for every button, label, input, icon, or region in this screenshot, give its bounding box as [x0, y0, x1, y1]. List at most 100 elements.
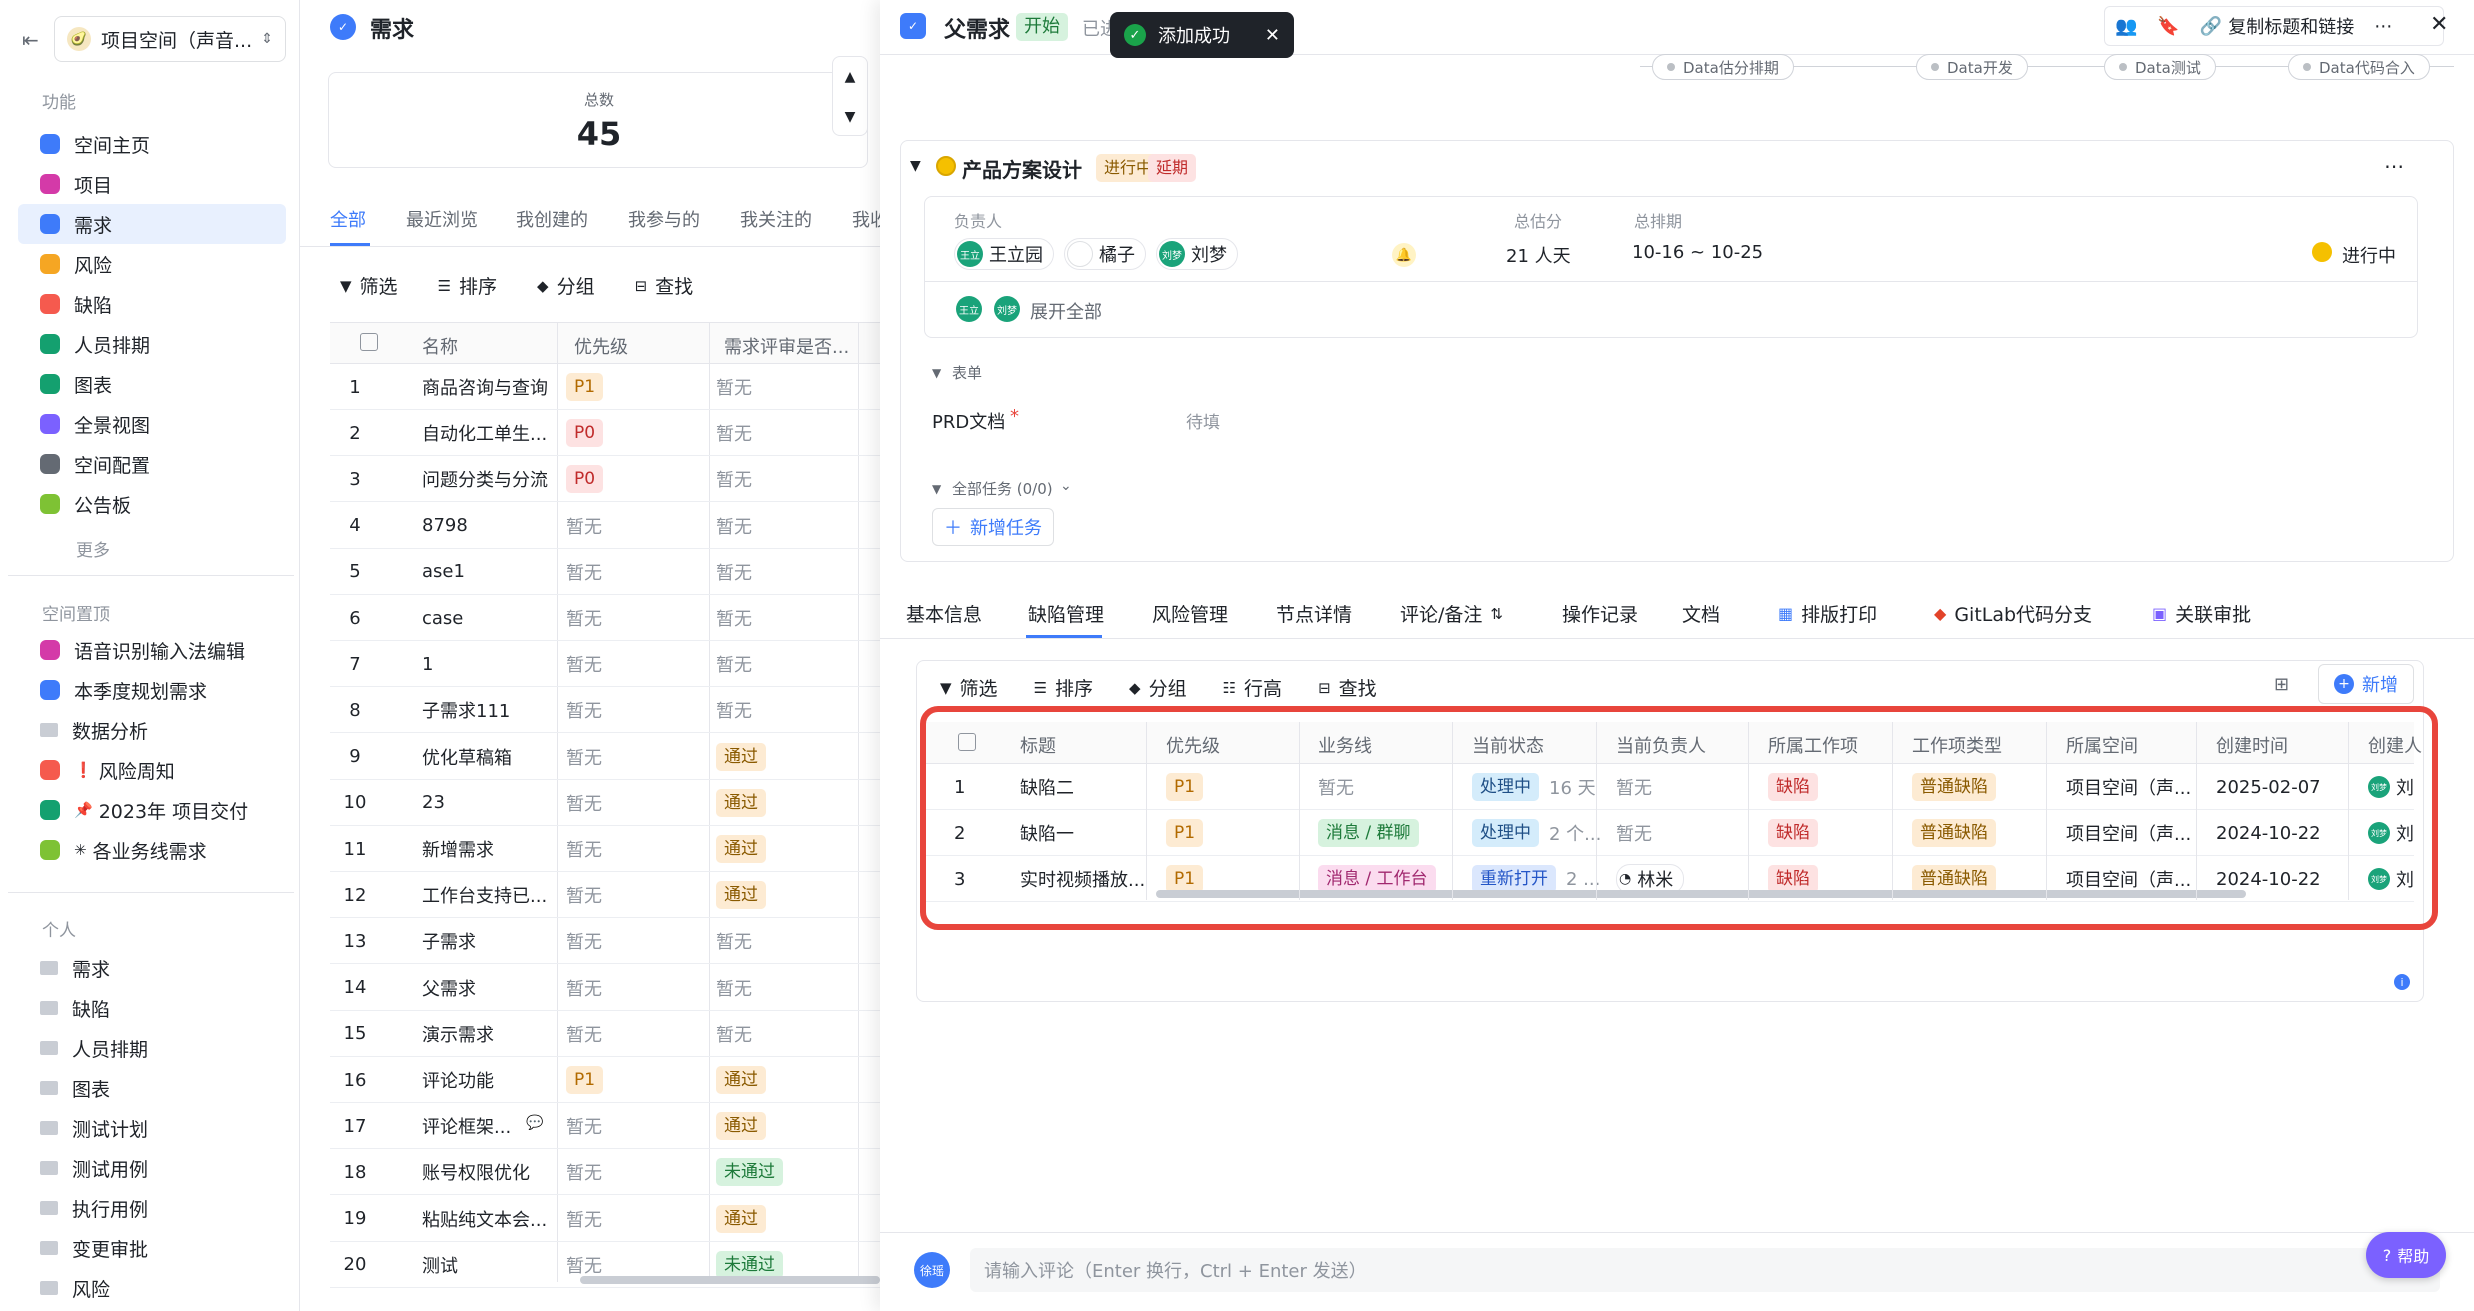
row-name[interactable]: 1: [422, 641, 552, 687]
pinned-item-3[interactable]: ❗ 风险周知: [18, 750, 286, 790]
row-name[interactable]: 账号权限优化: [422, 1149, 552, 1195]
stage-node-3[interactable]: Data代码合入: [2288, 54, 2430, 80]
sidebar-item-3[interactable]: 风险: [18, 244, 286, 284]
help-button[interactable]: ? 帮助: [2366, 1232, 2446, 1278]
table-row[interactable]: 5 ase1 暂无 暂无: [330, 549, 880, 595]
row-name[interactable]: 优化草稿箱: [422, 734, 552, 780]
row-name[interactable]: 粘贴纯文本会...: [422, 1196, 552, 1242]
row-name[interactable]: case: [422, 595, 552, 641]
table-row[interactable]: 14 父需求 暂无 暂无: [330, 965, 880, 1011]
table-row[interactable]: 16 评论功能 P1 通过: [330, 1057, 880, 1103]
sidebar-item-8[interactable]: 空间配置: [18, 444, 286, 484]
row-name[interactable]: ase1: [422, 549, 552, 595]
close-panel-icon[interactable]: ✕: [2430, 12, 2448, 37]
prd-field[interactable]: 待填: [1186, 408, 1220, 433]
list-toolbar-filter[interactable]: ▼ 筛选: [340, 272, 398, 299]
row-name[interactable]: 子需求: [422, 918, 552, 964]
personal-item-0[interactable]: 需求: [18, 948, 286, 988]
pinned-item-1[interactable]: 本季度规划需求: [18, 670, 286, 710]
table-row[interactable]: 4 8798 暂无 暂无: [330, 503, 880, 549]
detail-tab-5[interactable]: 操作记录: [1562, 600, 1638, 627]
defect-toolbar-group[interactable]: ◆ 分组: [1129, 674, 1187, 701]
collapse-sidebar-icon[interactable]: ⇤: [22, 28, 39, 52]
list-tab-2[interactable]: 我创建的: [516, 206, 588, 232]
tasks-collapse-icon[interactable]: ▼: [932, 482, 941, 496]
node-title[interactable]: 产品方案设计: [962, 154, 1082, 183]
detail-tab-0[interactable]: 基本信息: [906, 600, 982, 627]
defect-toolbar-sort[interactable]: ☰ 排序: [1034, 674, 1093, 701]
list-tab-1[interactable]: 最近浏览: [406, 206, 478, 232]
table-row[interactable]: 12 工作台支持已... 暂无 通过: [330, 872, 880, 919]
scroll-down-icon[interactable]: ▼: [833, 97, 867, 137]
table-row[interactable]: 3 问题分类与分流 P0 暂无: [330, 456, 880, 503]
list-toolbar-sort[interactable]: ☰ 排序: [438, 272, 497, 299]
detail-title[interactable]: 父需求: [944, 12, 1010, 44]
defect-toolbar-search[interactable]: ⊟ 查找: [1318, 674, 1377, 701]
row-name[interactable]: 问题分类与分流: [422, 456, 552, 502]
sidebar-item-6[interactable]: 图表: [18, 364, 286, 404]
info-icon[interactable]: i: [2394, 974, 2410, 990]
personal-item-7[interactable]: 变更审批: [18, 1228, 286, 1268]
sidebar-item-1[interactable]: 项目: [18, 164, 286, 204]
select-all-checkbox[interactable]: [360, 333, 378, 351]
table-row[interactable]: 8 子需求111 暂无 暂无: [330, 687, 880, 734]
col-priority[interactable]: 优先级: [574, 333, 628, 359]
detail-tab-9[interactable]: ▣ 关联审批: [2152, 600, 2251, 627]
row-name[interactable]: 父需求: [422, 965, 552, 1011]
row-name[interactable]: 8798: [422, 503, 552, 549]
row-name[interactable]: 自动化工单生...: [422, 410, 552, 456]
expand-all-button[interactable]: 展开全部: [1030, 298, 1102, 324]
table-row[interactable]: 10 23 暂无 通过: [330, 780, 880, 826]
members-icon[interactable]: 👥: [2115, 16, 2137, 37]
row-name[interactable]: 子需求111: [422, 687, 552, 733]
personal-item-5[interactable]: 测试用例: [18, 1148, 286, 1188]
comment-icon[interactable]: 💬: [526, 1115, 543, 1131]
personal-item-2[interactable]: 人员排期: [18, 1028, 286, 1068]
space-switcher[interactable]: 🥑 项目空间（声音... ⇕: [54, 16, 286, 62]
detail-tab-3[interactable]: 节点详情: [1276, 600, 1352, 627]
table-row[interactable]: 15 演示需求 暂无 暂无: [330, 1011, 880, 1057]
detail-tab-6[interactable]: 文档: [1682, 600, 1720, 627]
pinned-item-5[interactable]: ✳ 各业务线需求: [18, 830, 286, 870]
personal-item-8[interactable]: 风险: [18, 1268, 286, 1308]
owner-chip[interactable]: 刘梦 刘梦: [1156, 238, 1238, 270]
stage-node-1[interactable]: Data开发: [1916, 54, 2028, 80]
bell-icon[interactable]: 🔔: [1392, 243, 1416, 267]
sidebar-item-0[interactable]: 空间主页: [18, 124, 286, 164]
sidebar-item-9[interactable]: 公告板: [18, 484, 286, 524]
table-row[interactable]: 13 子需求 暂无 暂无: [330, 918, 880, 965]
row-name[interactable]: 演示需求: [422, 1011, 552, 1057]
col-review[interactable]: 需求评审是否...: [724, 333, 849, 359]
row-name[interactable]: 商品咨询与查询: [422, 364, 552, 410]
personal-item-4[interactable]: 测试计划: [18, 1108, 286, 1148]
list-tab-3[interactable]: 我参与的: [628, 206, 700, 232]
status-tag[interactable]: 开始: [1016, 13, 1068, 41]
personal-item-1[interactable]: 缺陷: [18, 988, 286, 1028]
table-row[interactable]: 9 优化草稿箱 暂无 通过: [330, 734, 880, 780]
copy-link-button[interactable]: 🔗 复制标题和链接: [2200, 13, 2354, 39]
row-name[interactable]: 新增需求: [422, 826, 552, 872]
bookmark-icon[interactable]: 🔖: [2157, 16, 2179, 37]
row-name[interactable]: 工作台支持已...: [422, 872, 552, 918]
stage-node-2[interactable]: Data测试: [2104, 54, 2216, 80]
sidebar-item-4[interactable]: 缺陷: [18, 284, 286, 324]
pinned-item-2[interactable]: 数据分析: [18, 710, 286, 750]
owner-chip[interactable]: 橘子 橘子: [1064, 238, 1146, 270]
form-collapse-icon[interactable]: ▼: [932, 366, 941, 380]
list-tab-0[interactable]: 全部: [330, 206, 366, 232]
scroll-up-icon[interactable]: ▲: [833, 57, 867, 97]
collapse-node-icon[interactable]: ▼: [910, 158, 921, 174]
table-row[interactable]: 7 1 暂无 暂无: [330, 641, 880, 688]
table-row[interactable]: 1 商品咨询与查询 P1 暂无: [330, 364, 880, 410]
toast-close-icon[interactable]: ✕: [1265, 25, 1280, 46]
detail-tab-4[interactable]: 评论/备注 ⇅: [1400, 600, 1503, 627]
list-toolbar-group[interactable]: ◆ 分组: [537, 272, 595, 299]
sidebar-item-2[interactable]: 需求: [18, 204, 286, 244]
more-link[interactable]: 更多: [76, 536, 110, 561]
list-toolbar-search[interactable]: ⊟ 查找: [635, 272, 694, 299]
row-name[interactable]: 评论功能: [422, 1057, 552, 1103]
table-row[interactable]: 18 账号权限优化 暂无 未通过: [330, 1149, 880, 1196]
defect-toolbar-filter[interactable]: ▼ 筛选: [940, 674, 998, 701]
defect-toolbar-row-height[interactable]: ☷ 行高: [1223, 674, 1282, 701]
detail-tab-7[interactable]: ▦ 排版打印: [1778, 600, 1877, 627]
